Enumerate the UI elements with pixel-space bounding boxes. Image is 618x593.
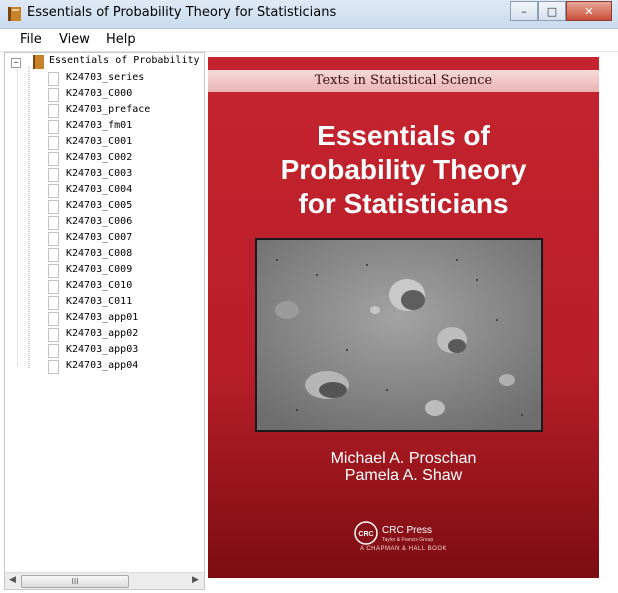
tree-item-label: K24703_C004 bbox=[66, 184, 133, 195]
tree-item-label: K24703_C008 bbox=[66, 248, 133, 259]
scrollbar-thumb[interactable]: III bbox=[21, 575, 129, 588]
title-bar: Essentials of Probability Theory for Sta… bbox=[0, 0, 618, 29]
page-icon bbox=[48, 104, 59, 118]
tree-item-label: K24703_C000 bbox=[66, 88, 133, 99]
tree-item-label: K24703_C003 bbox=[66, 168, 133, 179]
minimize-button[interactable]: – bbox=[510, 1, 538, 21]
tree-item-label: K24703_preface bbox=[66, 104, 151, 115]
maximize-button[interactable]: □ bbox=[538, 1, 566, 21]
tree-item-label: K24703_C001 bbox=[66, 136, 133, 147]
page-icon bbox=[48, 136, 59, 150]
page-icon bbox=[48, 232, 59, 246]
menu-help[interactable]: Help bbox=[106, 32, 136, 47]
page-icon bbox=[48, 344, 59, 358]
page-icon bbox=[48, 168, 59, 182]
tree-item-label: K24703_app03 bbox=[66, 344, 139, 355]
page-icon bbox=[48, 72, 59, 86]
book-icon bbox=[33, 55, 44, 69]
window-title: Essentials of Probability Theory for Sta… bbox=[27, 5, 337, 20]
series-name: Texts in Statistical Science bbox=[314, 73, 493, 88]
scroll-left-icon[interactable]: ◀ bbox=[9, 575, 16, 585]
tree-root-label: Essentials of Probability bbox=[49, 55, 200, 66]
author-name: Michael A. Proschan bbox=[330, 450, 477, 467]
tree-item-label: K24703_C002 bbox=[66, 152, 133, 163]
page-viewer: Texts in Statistical Science Essentials … bbox=[208, 57, 599, 578]
tree-item-label: K24703_C009 bbox=[66, 264, 133, 275]
publisher-group: Taylor & Francis Group bbox=[382, 537, 434, 543]
book-icon bbox=[8, 7, 21, 21]
scroll-right-icon[interactable]: ▶ bbox=[192, 575, 199, 585]
tree-item-label: K24703_app01 bbox=[66, 312, 139, 323]
page-icon bbox=[48, 296, 59, 310]
tree-item-label: K24703_C007 bbox=[66, 232, 133, 243]
window-controls: – □ ✕ bbox=[510, 1, 612, 21]
page-icon bbox=[48, 264, 59, 278]
document-tree[interactable]: − Essentials of Probability K24703_serie… bbox=[4, 52, 205, 590]
page-icon bbox=[48, 216, 59, 230]
tree-item-label: K24703_C005 bbox=[66, 200, 133, 211]
menu-file[interactable]: File bbox=[20, 32, 42, 47]
title-line: Probability Theory bbox=[280, 154, 527, 185]
book-title: Essentials of Probability Theory for Sta… bbox=[208, 119, 599, 221]
tree-item-label: K24703_series bbox=[66, 72, 145, 83]
tree-item-label: K24703_app02 bbox=[66, 328, 139, 339]
page-icon bbox=[48, 120, 59, 134]
horizontal-scrollbar[interactable]: ◀ III ▶ bbox=[5, 572, 204, 589]
title-line: Essentials of bbox=[317, 120, 490, 151]
crc-logo-icon: CRC bbox=[354, 521, 378, 545]
page-icon bbox=[48, 360, 59, 374]
title-line: for Statisticians bbox=[298, 188, 509, 219]
page-icon bbox=[48, 152, 59, 166]
page-icon bbox=[48, 312, 59, 326]
publisher-name: CRC Press bbox=[382, 525, 433, 536]
tree-item-label: K24703_C010 bbox=[66, 280, 133, 291]
cover-photo bbox=[255, 238, 543, 432]
collapse-icon[interactable]: − bbox=[11, 58, 21, 68]
mars-surface-image bbox=[257, 240, 541, 430]
close-button[interactable]: ✕ bbox=[566, 1, 612, 21]
menu-view[interactable]: View bbox=[59, 32, 90, 47]
imprint-line: A CHAPMAN & HALL BOOK bbox=[360, 546, 447, 552]
tree-item-label: K24703_C006 bbox=[66, 216, 133, 227]
tree-item-label: K24703_fm01 bbox=[66, 120, 133, 131]
menu-bar: File View Help bbox=[0, 29, 618, 52]
tree-item-label: K24703_app04 bbox=[66, 360, 139, 371]
grip-icon: III bbox=[71, 577, 79, 586]
page-icon bbox=[48, 280, 59, 294]
series-band: Texts in Statistical Science bbox=[208, 70, 599, 92]
page-icon bbox=[48, 184, 59, 198]
tree-connector-lines bbox=[17, 67, 30, 369]
tree-item-label: K24703_C011 bbox=[66, 296, 133, 307]
page-icon bbox=[48, 248, 59, 262]
page-icon bbox=[48, 88, 59, 102]
page-icon bbox=[48, 328, 59, 342]
author-name: Pamela A. Shaw bbox=[344, 467, 463, 484]
logo-text: CRC bbox=[358, 531, 373, 538]
page-icon bbox=[48, 200, 59, 214]
